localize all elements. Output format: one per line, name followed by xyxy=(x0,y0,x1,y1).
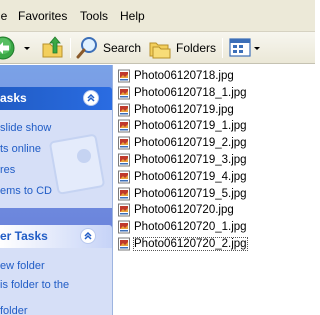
up-folder-icon xyxy=(42,36,63,58)
back-arrow-icon xyxy=(0,36,15,60)
dropdown-arrow-icon xyxy=(24,47,30,50)
search-button[interactable]: Search xyxy=(76,35,142,61)
file-name: Photo06120719_3.jpg xyxy=(134,154,247,166)
views-icon xyxy=(229,38,260,57)
file-name: Photo06120719.jpg xyxy=(134,103,234,116)
file-name: Photo06120720.jpg xyxy=(134,204,234,217)
menu-bar: le Favorites Tools Help xyxy=(0,0,315,32)
chevron-up-double-icon xyxy=(87,93,95,102)
picture-tasks-body: slide show ts online res ems to CD xyxy=(0,110,112,208)
views-button[interactable] xyxy=(228,35,264,61)
task-link-new-folder[interactable]: ew folder xyxy=(0,260,45,272)
picture-tasks-title: asks xyxy=(0,91,27,105)
file-name: Photo06120719_2.jpg xyxy=(134,137,247,150)
jpeg-image-icon xyxy=(117,136,131,150)
jpeg-image-icon xyxy=(117,203,131,217)
jpeg-image-icon xyxy=(117,153,131,167)
folders-icon xyxy=(149,42,171,59)
file-name: Photo06120719_1.jpg xyxy=(134,120,247,133)
file-name: Photo06120718_1.jpg xyxy=(134,86,247,99)
picture-watermark-icon xyxy=(49,134,105,195)
task-link-slide-show[interactable]: slide show xyxy=(0,122,51,134)
jpeg-image-icon xyxy=(117,170,131,184)
task-link-publish-folder[interactable]: is folder to the xyxy=(0,279,69,291)
back-dropdown-button[interactable] xyxy=(22,35,32,61)
toolbar-separator xyxy=(70,38,71,58)
jpeg-image-icon xyxy=(117,69,131,83)
jpeg-image-icon xyxy=(117,86,131,100)
file-list: Photo06120718.jpg Photo06120718_1.jpg Phot… xyxy=(113,65,315,315)
folders-button[interactable]: Folders xyxy=(148,35,216,61)
menu-tools[interactable]: Tools xyxy=(80,9,108,23)
standard-toolbar: Search Folders xyxy=(0,32,315,64)
chevron-up-double-icon xyxy=(84,231,92,240)
file-tasks-body: ew folder is folder to the folder xyxy=(0,248,112,315)
file-name: Photo06120720_1.jpg xyxy=(134,221,247,234)
task-pane: asks slide show ts online res ems to CD … xyxy=(0,65,112,315)
search-magnifier-icon xyxy=(76,37,97,59)
up-folder-button[interactable] xyxy=(40,35,66,61)
task-link-print-pictures[interactable]: res xyxy=(0,164,15,176)
file-tasks-title: er Tasks xyxy=(0,229,48,243)
back-button[interactable] xyxy=(0,35,16,61)
file-name: Photo06120720_2.jpg xyxy=(133,237,248,251)
collapse-picture-tasks-button[interactable] xyxy=(83,90,99,106)
jpeg-image-icon xyxy=(117,237,131,251)
menu-help[interactable]: Help xyxy=(120,9,145,23)
task-link-share-folder[interactable]: folder xyxy=(0,305,28,315)
file-name: Photo06120718.jpg xyxy=(134,70,234,82)
jpeg-image-icon xyxy=(117,119,131,133)
menu-file[interactable]: le xyxy=(0,9,7,23)
jpeg-image-icon xyxy=(117,220,131,234)
jpeg-image-icon xyxy=(117,103,131,117)
collapse-file-tasks-button[interactable] xyxy=(80,228,96,244)
file-name: Photo06120719_4.jpg xyxy=(134,170,247,183)
file-name: Photo06120719_5.jpg xyxy=(134,187,247,200)
jpeg-image-icon xyxy=(117,187,131,201)
file-folder-tasks-header[interactable]: er Tasks xyxy=(0,225,112,248)
task-link-prints-online[interactable]: ts online xyxy=(0,143,41,155)
picture-tasks-header[interactable]: asks xyxy=(0,87,112,110)
search-label: Search xyxy=(103,41,142,55)
folders-label: Folders xyxy=(176,41,217,55)
menu-favorites[interactable]: Favorites xyxy=(18,9,67,23)
toolbar-separator xyxy=(222,38,223,58)
task-link-copy-to-cd[interactable]: ems to CD xyxy=(0,185,52,197)
